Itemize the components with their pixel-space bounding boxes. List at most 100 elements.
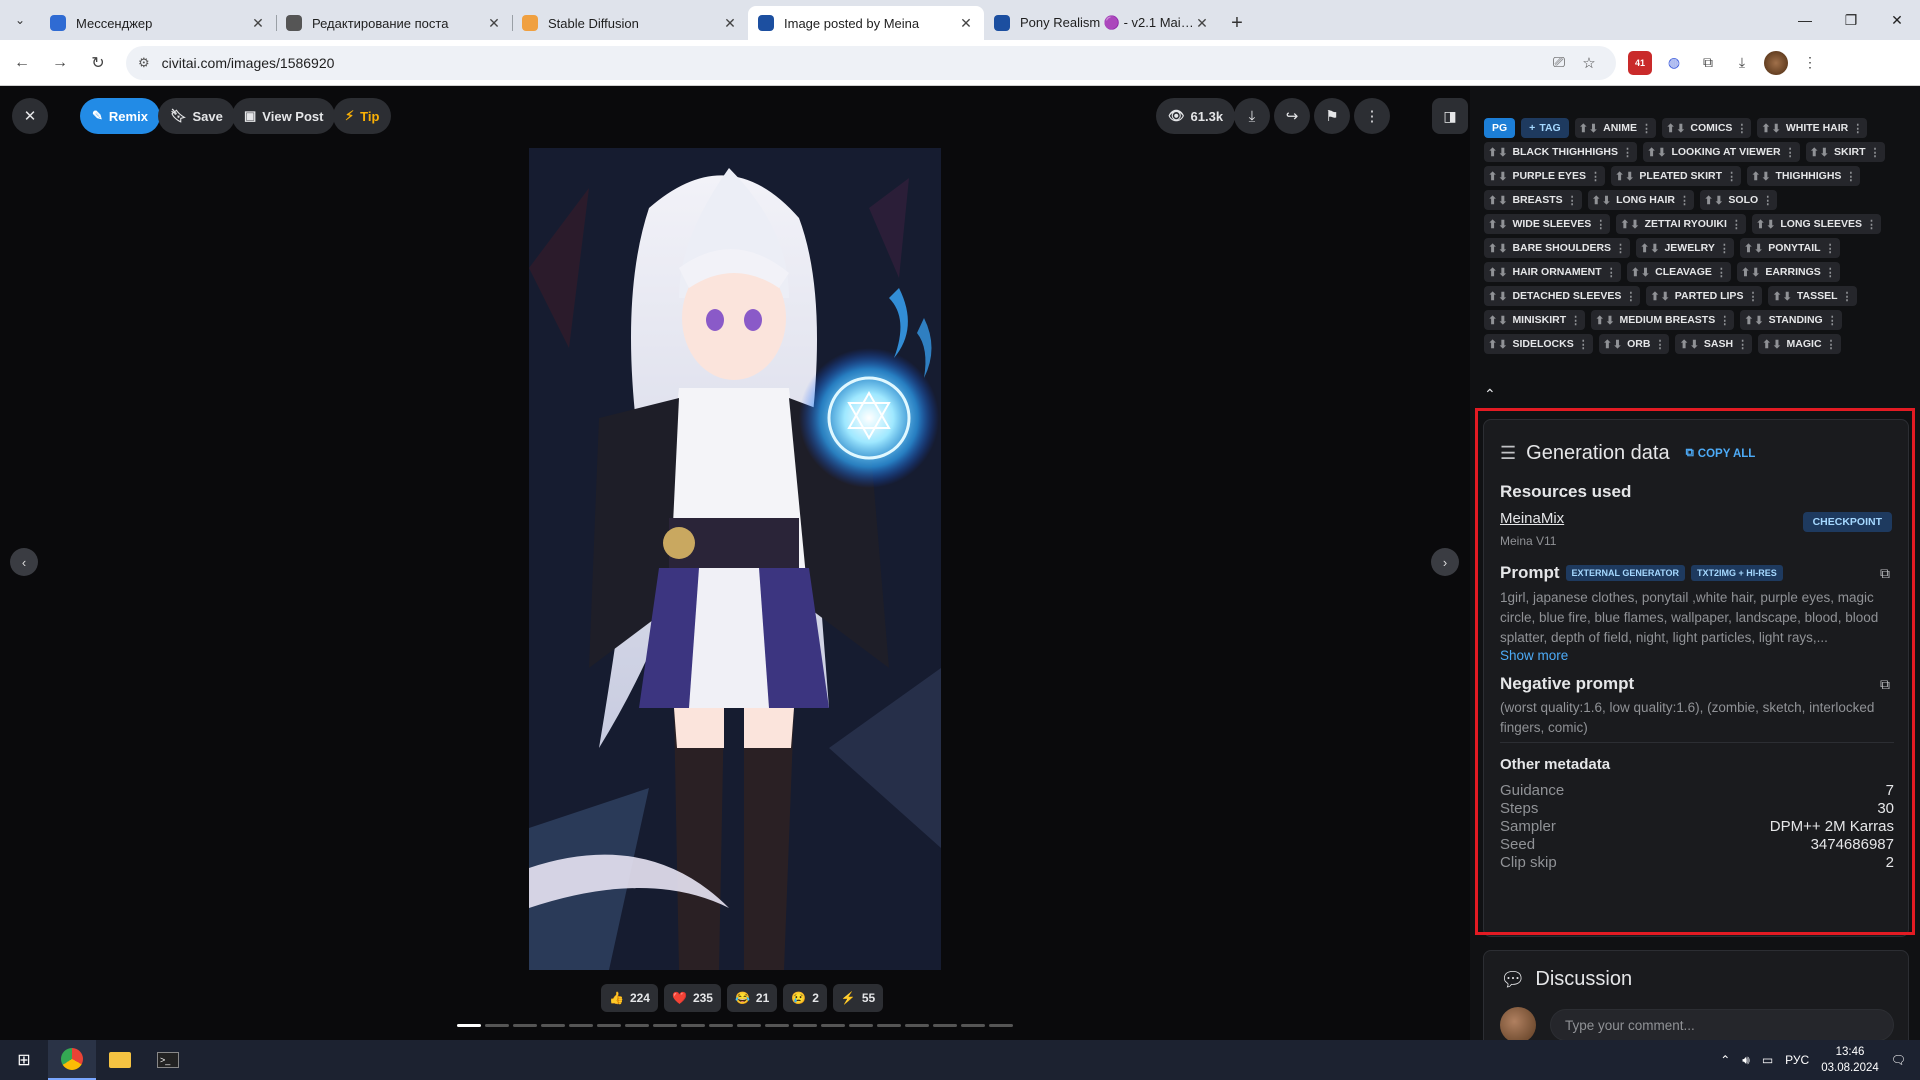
tag-chip[interactable]: ⬆⬇ WIDE SLEEVES ⋮ bbox=[1484, 214, 1611, 234]
downloads-icon[interactable]: ⤓ bbox=[1730, 51, 1754, 75]
tag-chip[interactable]: ⬆⬇ ZETTAI RYOUIKI ⋮ bbox=[1616, 214, 1746, 234]
vote-arrows-icon[interactable]: ⬆⬇ bbox=[1595, 314, 1615, 327]
tag-chip[interactable]: ⬆⬇ LONG HAIR ⋮ bbox=[1587, 190, 1694, 210]
tag-chip[interactable]: ⬆⬇ PARTED LIPS ⋮ bbox=[1646, 286, 1763, 306]
tag-chip[interactable]: ⬆⬇ BLACK THIGHHIGHS ⋮ bbox=[1484, 142, 1638, 162]
vote-arrows-icon[interactable]: ⬆⬇ bbox=[1488, 146, 1508, 159]
next-image-button[interactable]: › bbox=[1431, 548, 1459, 576]
remix-button[interactable]: ✎ Remix bbox=[80, 98, 160, 134]
vote-arrows-icon[interactable]: ⬆⬇ bbox=[1647, 146, 1667, 159]
report-button[interactable]: ⚑ bbox=[1314, 98, 1350, 134]
tag-chip[interactable]: ⬆⬇ TASSEL ⋮ bbox=[1768, 286, 1857, 306]
vote-arrows-icon[interactable]: ⬆⬇ bbox=[1751, 170, 1771, 183]
terminal-icon[interactable]: >_ bbox=[144, 1040, 192, 1080]
main-image[interactable] bbox=[529, 148, 941, 970]
progress-segment[interactable] bbox=[765, 1024, 789, 1027]
file-explorer-icon[interactable] bbox=[96, 1040, 144, 1080]
windows-start-icon[interactable]: ⊞ bbox=[0, 1040, 48, 1080]
forward-icon[interactable]: → bbox=[44, 47, 76, 79]
vote-arrows-icon[interactable]: ⬆⬇ bbox=[1650, 290, 1670, 303]
show-more-link[interactable]: Show more bbox=[1500, 648, 1568, 663]
close-window-icon[interactable]: ✕ bbox=[1874, 0, 1920, 40]
tag-chip[interactable]: ⬆⬇ MEDIUM BREASTS ⋮ bbox=[1591, 310, 1735, 330]
vote-arrows-icon[interactable]: ⬆⬇ bbox=[1744, 314, 1764, 327]
tag-menu-icon[interactable]: ⋮ bbox=[1595, 218, 1606, 231]
tag-chip[interactable]: ⬆⬇ EARRINGS ⋮ bbox=[1736, 262, 1840, 282]
vote-arrows-icon[interactable]: ⬆⬇ bbox=[1704, 194, 1724, 207]
tag-menu-icon[interactable]: ⋮ bbox=[1866, 218, 1877, 231]
tag-menu-icon[interactable]: ⋮ bbox=[1842, 290, 1853, 303]
vote-arrows-icon[interactable]: ⬆⬇ bbox=[1488, 194, 1508, 207]
copy-all-button[interactable]: ⧉ COPY ALL bbox=[1686, 447, 1756, 460]
browser-tab[interactable]: Image posted by Meina ✕ bbox=[748, 6, 984, 40]
tag-menu-icon[interactable]: ⋮ bbox=[1825, 266, 1836, 279]
vote-arrows-icon[interactable]: ⬆⬇ bbox=[1756, 218, 1776, 231]
progress-segment[interactable] bbox=[653, 1024, 677, 1027]
view-post-button[interactable]: ▣ View Post bbox=[232, 98, 336, 134]
vote-arrows-icon[interactable]: ⬆⬇ bbox=[1488, 242, 1508, 255]
browser-menu-icon[interactable]: ⋮ bbox=[1798, 51, 1822, 75]
tag-menu-icon[interactable]: ⋮ bbox=[1826, 338, 1837, 351]
tag-menu-icon[interactable]: ⋮ bbox=[1578, 338, 1589, 351]
close-viewer-button[interactable]: ✕ bbox=[12, 98, 48, 134]
tag-menu-icon[interactable]: ⋮ bbox=[1622, 146, 1633, 159]
browser-tab[interactable]: Редактирование поста ✕ bbox=[276, 6, 512, 40]
tag-chip[interactable]: ⬆⬇ MINISKIRT ⋮ bbox=[1484, 310, 1586, 330]
tag-chip[interactable]: ⬆⬇ BREASTS ⋮ bbox=[1484, 190, 1582, 210]
tag-chip[interactable]: ⬆⬇ ORB ⋮ bbox=[1598, 334, 1670, 354]
vote-arrows-icon[interactable]: ⬆⬇ bbox=[1640, 242, 1660, 255]
tab-close-icon[interactable]: ✕ bbox=[958, 15, 974, 31]
tag-chip[interactable]: ⬆⬇ STANDING ⋮ bbox=[1740, 310, 1842, 330]
clock[interactable]: 13:46 03.08.2024 bbox=[1821, 1044, 1879, 1076]
progress-segment[interactable] bbox=[961, 1024, 985, 1027]
tag-menu-icon[interactable]: ⋮ bbox=[1785, 146, 1796, 159]
rating-badge[interactable]: PG bbox=[1484, 118, 1516, 138]
tag-chip[interactable]: ⬆⬇ PONYTAIL ⋮ bbox=[1739, 238, 1840, 258]
tag-menu-icon[interactable]: ⋮ bbox=[1654, 338, 1665, 351]
tag-chip[interactable]: ⬆⬇ LONG SLEEVES ⋮ bbox=[1751, 214, 1882, 234]
tab-close-icon[interactable]: ✕ bbox=[722, 15, 738, 31]
tab-close-icon[interactable]: ✕ bbox=[486, 15, 502, 31]
notifications-icon[interactable]: 🗨︎ bbox=[1891, 1053, 1906, 1067]
vote-arrows-icon[interactable]: ⬆⬇ bbox=[1488, 218, 1508, 231]
tag-menu-icon[interactable]: ⋮ bbox=[1762, 194, 1773, 207]
site-info-icon[interactable]: ⚙ bbox=[138, 55, 150, 71]
progress-segment[interactable] bbox=[709, 1024, 733, 1027]
tag-chip[interactable]: ⬆⬇ CLEAVAGE ⋮ bbox=[1626, 262, 1731, 282]
toggle-sidebar-button[interactable]: ◨ bbox=[1432, 98, 1468, 134]
tag-menu-icon[interactable]: ⋮ bbox=[1870, 146, 1881, 159]
vote-arrows-icon[interactable]: ⬆⬇ bbox=[1488, 290, 1508, 303]
tag-chip[interactable]: ⬆⬇ SOLO ⋮ bbox=[1699, 190, 1778, 210]
profile-avatar[interactable] bbox=[1764, 50, 1788, 75]
input-language[interactable]: РУС bbox=[1785, 1053, 1809, 1067]
vote-arrows-icon[interactable]: ⬆⬇ bbox=[1679, 338, 1699, 351]
tag-menu-icon[interactable]: ⋮ bbox=[1731, 218, 1742, 231]
tab-close-icon[interactable]: ✕ bbox=[250, 15, 266, 31]
collapse-tags-button[interactable]: ⌃ bbox=[1484, 386, 1496, 403]
reaction-button[interactable]: 😂 21 bbox=[726, 984, 778, 1012]
vote-arrows-icon[interactable]: ⬆⬇ bbox=[1762, 338, 1782, 351]
progress-segment[interactable] bbox=[821, 1024, 845, 1027]
vote-arrows-icon[interactable]: ⬆⬇ bbox=[1744, 242, 1764, 255]
progress-segment[interactable] bbox=[793, 1024, 817, 1027]
extensions-puzzle-icon[interactable]: ⧉ bbox=[1696, 51, 1720, 75]
reaction-button[interactable]: 👍 224 bbox=[601, 984, 658, 1012]
tag-menu-icon[interactable]: ⋮ bbox=[1641, 122, 1652, 135]
tag-menu-icon[interactable]: ⋮ bbox=[1737, 338, 1748, 351]
restore-icon[interactable]: ❐ bbox=[1828, 0, 1874, 40]
tag-menu-icon[interactable]: ⋮ bbox=[1625, 290, 1636, 303]
reaction-button[interactable]: ⚡ 55 bbox=[832, 984, 884, 1012]
tag-chip[interactable]: ⬆⬇ MAGIC ⋮ bbox=[1758, 334, 1841, 354]
resource-link[interactable]: MeinaMix bbox=[1500, 510, 1564, 527]
tag-menu-icon[interactable]: ⋮ bbox=[1825, 242, 1836, 255]
tab-close-icon[interactable]: ✕ bbox=[1194, 15, 1210, 31]
tag-menu-icon[interactable]: ⋮ bbox=[1615, 242, 1626, 255]
extension-badge-icon[interactable]: 41 bbox=[1628, 50, 1652, 75]
vote-arrows-icon[interactable]: ⬆⬇ bbox=[1488, 338, 1508, 351]
progress-segment[interactable] bbox=[457, 1024, 481, 1027]
vote-arrows-icon[interactable]: ⬆⬇ bbox=[1603, 338, 1623, 351]
volume-icon[interactable]: 🔊︎ bbox=[1742, 1053, 1750, 1068]
tag-chip[interactable]: ⬆⬇ ANIME ⋮ bbox=[1574, 118, 1656, 138]
tag-menu-icon[interactable]: ⋮ bbox=[1679, 194, 1690, 207]
save-button[interactable]: 🔖︎ Save bbox=[158, 98, 235, 134]
